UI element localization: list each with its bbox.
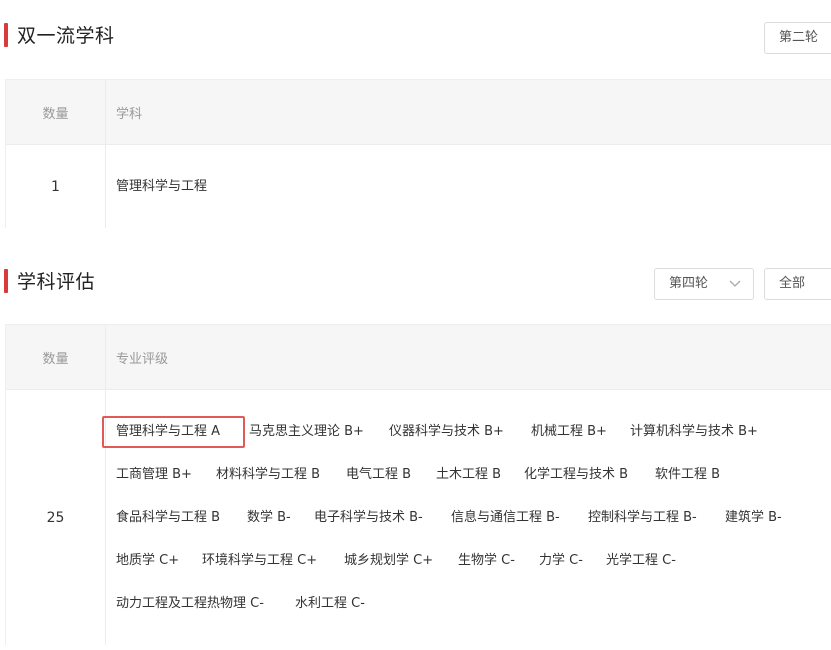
chevron-down-icon xyxy=(729,280,741,287)
grade-tag[interactable]: 材料科学与工程 B xyxy=(216,464,320,486)
grade-tag[interactable]: 环境科学与工程 C+ xyxy=(202,550,317,572)
count-cell: 25 xyxy=(46,509,65,526)
table-header: 数量 专业评级 xyxy=(6,325,831,390)
double-first-class-table: 数量 学科 1 管理科学与工程 xyxy=(5,79,831,228)
count-cell: 1 xyxy=(51,178,60,195)
column-divider xyxy=(105,325,106,389)
grade-tag[interactable]: 电气工程 B xyxy=(346,464,411,486)
scope-select[interactable]: 全部 xyxy=(764,268,831,300)
grade-tag[interactable]: 马克思主义理论 B+ xyxy=(249,421,364,443)
table-row: 25 管理科学与工程 A 马克思主义理论 B+ 仪器科学与技术 B+ 机械工程 … xyxy=(6,390,831,645)
grade-tag[interactable]: 动力工程及工程热物理 C- xyxy=(116,593,264,615)
column-divider xyxy=(105,145,106,228)
subject-cell[interactable]: 管理科学与工程 xyxy=(116,176,207,198)
col-header-count: 数量 xyxy=(42,351,69,367)
column-divider xyxy=(105,80,106,144)
section-accent-bar xyxy=(4,269,8,293)
grade-tag[interactable]: 食品科学与工程 B xyxy=(116,507,220,529)
table-row: 1 管理科学与工程 xyxy=(6,145,831,228)
section-title: 学科评估 xyxy=(17,271,96,293)
grade-tag[interactable]: 计算机科学与技术 B+ xyxy=(630,421,758,443)
grade-tag[interactable]: 生物学 C- xyxy=(458,550,515,572)
grade-tag[interactable]: 电子科学与技术 B- xyxy=(314,507,423,529)
section-title: 双一流学科 xyxy=(17,25,115,47)
grade-tag[interactable]: 光学工程 C- xyxy=(606,550,676,572)
grade-tag[interactable]: 信息与通信工程 B- xyxy=(451,507,560,529)
grade-tag[interactable]: 软件工程 B xyxy=(655,464,720,486)
table-header: 数量 学科 xyxy=(6,80,831,145)
section-discipline-evaluation-header: 学科评估 第四轮 全部 xyxy=(0,263,831,303)
col-header-count: 数量 xyxy=(42,106,69,122)
grade-tag[interactable]: 城乡规划学 C+ xyxy=(344,550,433,572)
grade-tag[interactable]: 工商管理 B+ xyxy=(116,464,192,486)
section-accent-bar xyxy=(4,23,8,47)
grade-tag[interactable]: 地质学 C+ xyxy=(116,550,179,572)
grade-tag[interactable]: 土木工程 B xyxy=(436,464,501,486)
round-select-value: 第四轮 xyxy=(669,276,709,291)
discipline-evaluation-table: 数量 专业评级 25 管理科学与工程 A 马克思主义理论 B+ 仪器科学与技术 … xyxy=(5,324,831,645)
col-header-subject: 学科 xyxy=(116,106,143,122)
round-button[interactable]: 第二轮 xyxy=(764,22,831,54)
grade-tag[interactable]: 机械工程 B+ xyxy=(531,421,607,443)
grade-tag[interactable]: 数学 B- xyxy=(247,507,291,529)
grade-tag[interactable]: 控制科学与工程 B- xyxy=(588,507,697,529)
col-header-grade: 专业评级 xyxy=(116,351,169,367)
round-select[interactable]: 第四轮 xyxy=(654,268,754,300)
grade-tag[interactable]: 建筑学 B- xyxy=(725,507,782,529)
section-double-first-class-header: 双一流学科 第二轮 xyxy=(0,18,831,58)
grade-tag[interactable]: 化学工程与技术 B xyxy=(524,464,628,486)
grade-tag[interactable]: 水利工程 C- xyxy=(295,593,365,615)
grade-tag[interactable]: 管理科学与工程 A xyxy=(116,421,220,443)
grade-tag[interactable]: 仪器科学与技术 B+ xyxy=(389,421,504,443)
grade-tag[interactable]: 力学 C- xyxy=(539,550,583,572)
